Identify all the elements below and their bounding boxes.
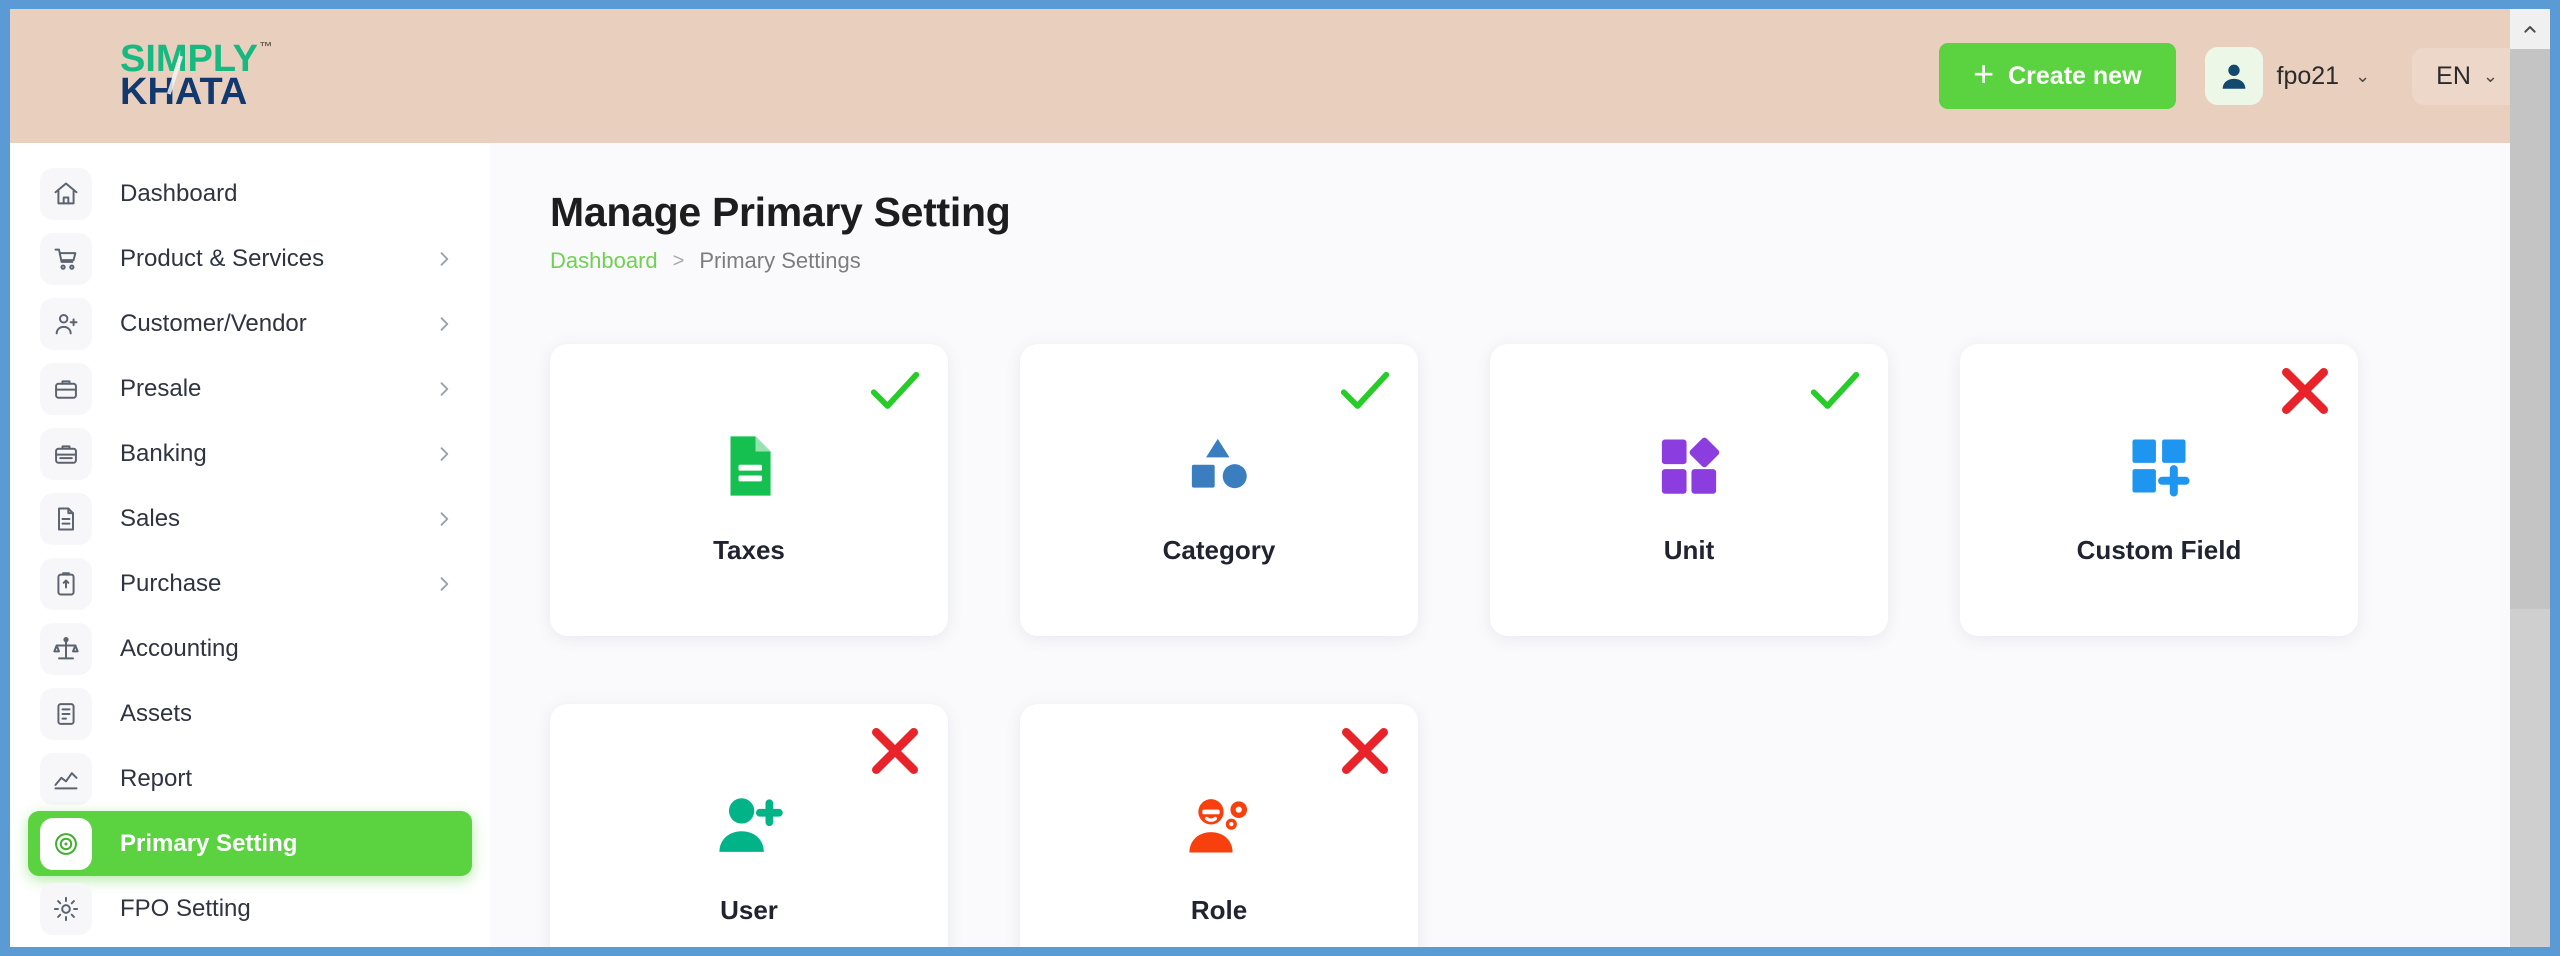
sidebar-item-label: Primary Setting <box>120 829 298 857</box>
sidebar-item-label: Assets <box>120 699 193 727</box>
user-menu[interactable]: fpo21 ⌄ <box>2198 40 2391 112</box>
chevron-down-icon: ⌄ <box>2355 65 2371 86</box>
sidebar-item-banking[interactable]: Banking <box>28 421 472 486</box>
sidebar-item-label: Banking <box>120 439 207 467</box>
plus-icon: + <box>1973 53 1995 95</box>
sidebar-item-label: Dashboard <box>120 179 238 207</box>
sidebar-item-label: Presale <box>120 374 202 402</box>
setting-card-unit[interactable]: Unit <box>1490 344 1888 636</box>
shapes-icon <box>1182 423 1256 509</box>
briefcase-icon <box>40 362 92 415</box>
logo-text-khata: KHATA <box>120 71 248 113</box>
language-label: EN <box>2436 61 2471 90</box>
sidebar-item-customer-vendor[interactable]: Customer/Vendor <box>28 291 472 356</box>
create-new-label: Create new <box>2008 61 2142 90</box>
breadcrumb-current: Primary Settings <box>699 248 861 273</box>
chevron-right-icon <box>434 249 454 269</box>
sidebar-item-product-services[interactable]: Product & Services <box>28 226 472 291</box>
header-actions: + Create new fpo21 ⌄ EN ⌄ <box>1939 40 2522 112</box>
user-plus-icon <box>40 297 92 350</box>
balance-scale-icon <box>40 622 92 675</box>
setting-card-label: Role <box>1190 894 1248 925</box>
shopping-cart-icon <box>40 232 92 285</box>
sidebar-item-assets[interactable]: Assets <box>28 681 472 746</box>
scrollbar-thumb[interactable] <box>2510 49 2550 609</box>
sidebar-item-dashboard[interactable]: Dashboard <box>28 161 472 226</box>
user-name-label: fpo21 <box>2276 61 2340 90</box>
bank-briefcase-icon <box>40 427 92 480</box>
sidebar-item-label: Product & Services <box>120 244 325 272</box>
asset-book-icon <box>40 687 92 740</box>
main-content: Manage Primary Setting Dashboard > Prima… <box>490 143 2550 947</box>
breadcrumb-separator: > <box>672 249 685 272</box>
setting-card-taxes[interactable]: Taxes <box>550 344 948 636</box>
setting-card-category[interactable]: Category <box>1020 344 1418 636</box>
check-icon <box>1804 360 1866 422</box>
sidebar-item-primary-setting[interactable]: Primary Setting <box>28 811 472 876</box>
setting-card-label: Category <box>1162 534 1276 565</box>
sidebar-item-accounting[interactable]: Accounting <box>28 616 472 681</box>
sidebar-item-sales[interactable]: Sales <box>28 486 472 551</box>
chevron-right-icon <box>434 314 454 334</box>
breadcrumb: Dashboard > Primary Settings <box>550 248 2490 274</box>
chevron-right-icon <box>434 379 454 399</box>
check-icon <box>1334 360 1396 422</box>
setting-card-label: Unit <box>1663 534 1715 565</box>
trademark-mark: ™ <box>259 39 272 55</box>
setting-card-label: User <box>720 894 778 925</box>
app-window: SIMPLY KHATA ™ + Create new fpo21 ⌄ EN ⌄… <box>10 9 2550 947</box>
sidebar-item-label: Accounting <box>120 634 239 662</box>
breadcrumb-link-dashboard[interactable]: Dashboard <box>550 248 658 274</box>
language-selector[interactable]: EN ⌄ <box>2412 47 2522 105</box>
chevron-right-icon <box>434 444 454 464</box>
chart-line-icon <box>40 752 92 805</box>
cross-icon <box>2274 360 2336 422</box>
document-icon <box>40 492 92 545</box>
unit-blocks-icon <box>1652 423 1726 509</box>
sidebar-item-presale[interactable]: Presale <box>28 356 472 421</box>
tax-document-icon <box>712 423 786 509</box>
chevron-down-icon: ⌄ <box>2482 65 2498 86</box>
sidebar-item-purchase[interactable]: Purchase <box>28 551 472 616</box>
setting-card-custom-field[interactable]: Custom Field <box>1960 344 2358 636</box>
user-add-icon <box>712 783 786 869</box>
sidebar-item-label: Purchase <box>120 569 222 597</box>
sidebar-item-label: Report <box>120 764 193 792</box>
user-gear-icon <box>1182 783 1256 869</box>
target-spiral-icon <box>40 817 92 870</box>
create-new-button[interactable]: + Create new <box>1939 43 2176 109</box>
vertical-scrollbar[interactable] <box>2510 9 2550 947</box>
sidebar-navigation: Dashboard Product & Services Customer/Vend… <box>10 143 490 947</box>
cross-icon <box>864 720 926 782</box>
chevron-right-icon <box>434 509 454 529</box>
body-row: Dashboard Product & Services Customer/Vend… <box>10 143 2550 947</box>
top-header: SIMPLY KHATA ™ + Create new fpo21 ⌄ EN ⌄ <box>10 9 2550 143</box>
page-title: Manage Primary Setting <box>550 189 1011 235</box>
scroll-up-button[interactable] <box>2510 9 2550 49</box>
add-grid-icon <box>2122 423 2196 509</box>
cross-icon <box>1334 720 1396 782</box>
avatar <box>2204 47 2263 105</box>
brand-logo[interactable]: SIMPLY KHATA ™ <box>10 39 430 113</box>
sidebar-item-fpo-setting[interactable]: FPO Setting <box>28 876 472 941</box>
setting-card-role[interactable]: Role <box>1020 704 1418 947</box>
setting-card-user[interactable]: User <box>550 704 948 947</box>
settings-card-grid: Taxes Category Unit Custom Field User Ro… <box>550 344 2490 947</box>
sidebar-item-report[interactable]: Report <box>28 746 472 811</box>
setting-card-label: Custom Field <box>2076 534 2242 565</box>
sidebar-item-label: FPO Setting <box>120 894 251 922</box>
check-icon <box>864 360 926 422</box>
home-icon <box>40 167 92 220</box>
sidebar-item-label: Customer/Vendor <box>120 309 307 337</box>
clipboard-icon <box>40 557 92 610</box>
sidebar-item-label: Sales <box>120 504 181 532</box>
setting-card-label: Taxes <box>713 534 785 565</box>
gear-icon <box>40 882 92 935</box>
chevron-right-icon <box>434 574 454 594</box>
